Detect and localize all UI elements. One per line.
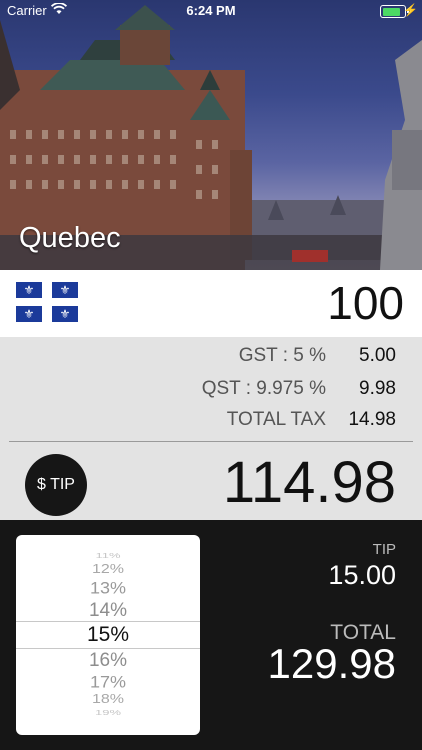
qst-row: QST : 9.975 % 9.98 (0, 378, 422, 406)
charging-bolt-icon: ⚡ (403, 3, 418, 17)
picker-option[interactable]: 16% (16, 650, 200, 672)
fleur-de-lis-icon: ⚜ (52, 306, 78, 322)
picker-option[interactable]: 12% (16, 563, 200, 577)
total-tax-label: TOTAL TAX (226, 409, 326, 430)
city-name: Quebec (19, 222, 121, 254)
bill-amount-row: ⚜ ⚜ ⚜ ⚜ 100 (0, 270, 422, 337)
picker-option[interactable]: 19% (16, 708, 200, 716)
total-tax-row: TOTAL TAX 14.98 (0, 409, 422, 437)
picker-option[interactable]: 14% (16, 600, 200, 622)
tax-divider (9, 441, 413, 442)
tip-amount: 15.00 (328, 560, 396, 590)
total-amount: 129.98 (267, 640, 396, 687)
fleur-de-lis-icon: ⚜ (52, 282, 78, 298)
tip-label: TIP (372, 541, 396, 558)
bill-amount-input[interactable]: 100 (327, 276, 404, 330)
tip-percent-picker[interactable]: 11% 12% 13% 14% 15% 16% 17% 18% 19% (16, 535, 200, 735)
amount-with-tax: 114.98 (222, 450, 396, 515)
fleur-de-lis-icon: ⚜ (16, 282, 42, 298)
status-bar: Carrier 6:24 PM ⚡ (0, 0, 422, 22)
picker-option[interactable]: 17% (16, 673, 200, 692)
gst-row: GST : 5 % 5.00 (0, 345, 422, 373)
fleur-de-lis-icon: ⚜ (16, 306, 42, 322)
city-header-image: Quebec (0, 0, 422, 270)
picker-option[interactable]: 13% (16, 579, 200, 598)
gst-value: 5.00 (359, 345, 396, 366)
gst-label: GST : 5 % (238, 345, 326, 366)
status-time: 6:24 PM (186, 3, 236, 18)
total-tax-value: 14.98 (348, 409, 396, 430)
picker-option[interactable]: 18% (16, 693, 200, 707)
qst-label: QST : 9.975 % (201, 378, 326, 399)
picker-option[interactable]: 11% (16, 551, 200, 559)
qst-value: 9.98 (359, 378, 396, 399)
tip-button[interactable]: $ TIP (25, 454, 87, 516)
quebec-flag-icon: ⚜ ⚜ ⚜ ⚜ (16, 282, 78, 326)
picker-option-selected[interactable]: 15% (16, 623, 200, 647)
tax-panel: GST : 5 % 5.00 QST : 9.975 % 9.98 TOTAL … (0, 337, 422, 520)
